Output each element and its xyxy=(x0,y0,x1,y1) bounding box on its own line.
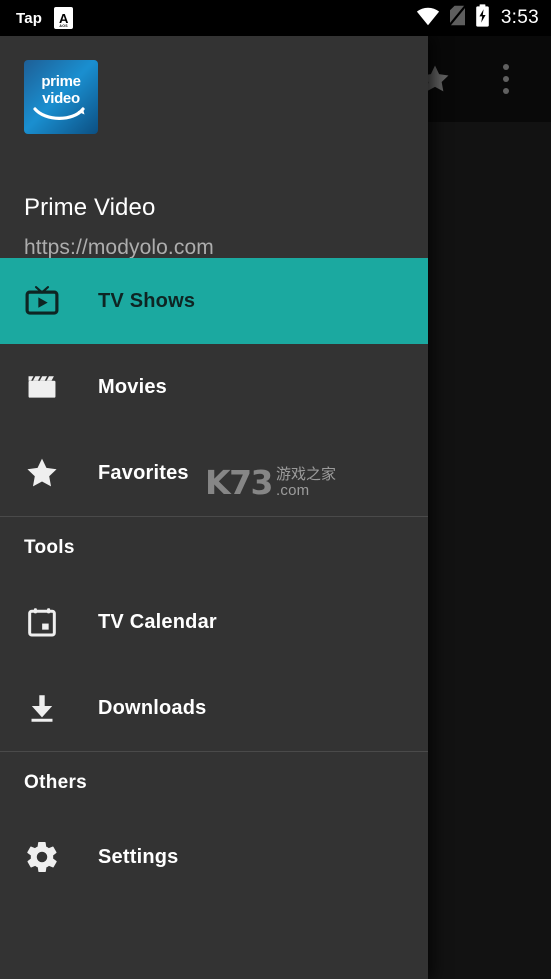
app-icon-subtext: AOS xyxy=(59,23,68,28)
sidebar-item-label: Favorites xyxy=(98,461,189,484)
notification-app-icon[interactable]: A AOS xyxy=(54,7,74,29)
tv-icon xyxy=(20,282,64,320)
no-sim-icon xyxy=(448,4,467,31)
status-bar-left: Tap A AOS xyxy=(16,7,74,29)
status-bar-right: 3:53 xyxy=(416,4,539,32)
section-header-tools: Tools xyxy=(24,537,75,558)
sidebar-item-label: Settings xyxy=(98,845,179,868)
battery-charging-icon xyxy=(475,4,490,32)
sidebar-item-downloads[interactable]: Downloads xyxy=(0,665,428,751)
sidebar-item-favorites[interactable]: Favorites xyxy=(0,430,428,516)
sidebar-item-label: TV Shows xyxy=(98,289,196,312)
drawer-header: prime video Prime Video https://modyolo.c… xyxy=(0,36,428,259)
sidebar-item-movies[interactable]: Movies xyxy=(0,344,428,430)
section-header-others: Others xyxy=(24,772,88,793)
gear-icon xyxy=(20,839,64,875)
star-icon xyxy=(20,455,64,491)
navigation-drawer: prime video Prime Video https://modyolo.c… xyxy=(0,36,428,979)
page-title: Prime Video xyxy=(24,194,156,221)
status-bar-tap-label: Tap xyxy=(16,9,43,27)
clapperboard-icon xyxy=(20,370,64,404)
status-bar: Tap A AOS 3:53 xyxy=(0,0,551,36)
app-icon-letter: A xyxy=(58,10,69,26)
download-icon xyxy=(20,691,64,725)
calendar-icon xyxy=(20,605,64,639)
sidebar-item-label: Downloads xyxy=(98,696,207,719)
sidebar-item-tv-calendar[interactable]: TV Calendar xyxy=(0,579,428,665)
logo-line-1: prime xyxy=(41,73,81,90)
sidebar-item-label: TV Calendar xyxy=(98,610,217,633)
brand-url: https://modyolo.com xyxy=(24,236,214,259)
amazon-smile-arrow xyxy=(33,107,85,120)
prime-video-logo: prime video xyxy=(24,60,98,134)
sidebar-item-tv-shows[interactable]: TV Shows xyxy=(0,258,428,344)
sidebar-item-settings[interactable]: Settings xyxy=(0,814,428,900)
screen: prime video Prime Video https://modyolo.c… xyxy=(0,0,551,979)
wifi-icon xyxy=(416,6,440,31)
sidebar-item-label: Movies xyxy=(98,375,168,398)
prime-video-logo-text: prime video xyxy=(24,73,98,107)
status-bar-clock: 3:53 xyxy=(500,7,539,28)
